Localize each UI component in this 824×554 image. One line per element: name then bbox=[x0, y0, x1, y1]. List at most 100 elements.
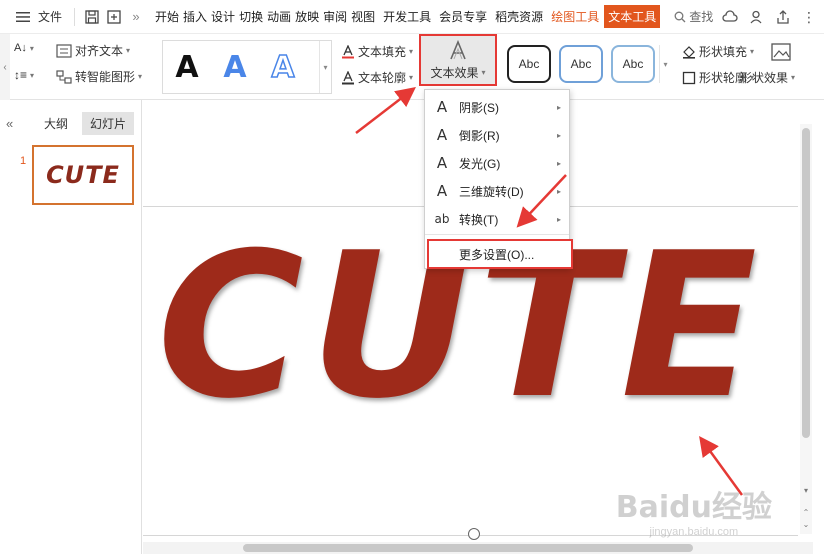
more-tabs-icon[interactable]: » bbox=[125, 6, 147, 28]
shape-effect-button[interactable] bbox=[770, 42, 804, 64]
hamburger-icon bbox=[12, 6, 34, 28]
wordart-style-blue[interactable]: A bbox=[211, 50, 259, 85]
submenu-arrow-icon: ▸ bbox=[556, 130, 561, 140]
tab-animation[interactable]: 动画 bbox=[265, 8, 293, 25]
slide-thumbnail[interactable]: CUTE bbox=[32, 145, 134, 205]
tab-drawing-tools[interactable]: 绘图工具 bbox=[549, 8, 601, 25]
vertical-scrollbar[interactable]: ▾ ⌃ ⌄ bbox=[800, 124, 812, 534]
text-fill-icon bbox=[342, 44, 354, 58]
shape-fill-label: 形状填充 bbox=[699, 45, 748, 59]
transform-icon: ab bbox=[434, 212, 450, 226]
smartart-icon bbox=[56, 69, 72, 84]
shape-style-lightblue[interactable]: Abc bbox=[611, 45, 655, 83]
more-options-icon[interactable]: ⋮ bbox=[802, 9, 816, 26]
shape-fill-icon bbox=[683, 45, 695, 59]
tab-home[interactable]: 开始 bbox=[153, 8, 181, 25]
3d-rotation-icon: A bbox=[436, 182, 448, 200]
tab-member[interactable]: 会员专享 bbox=[437, 8, 489, 25]
export-share-icon[interactable] bbox=[776, 10, 790, 24]
thumbnail-text: CUTE bbox=[46, 161, 120, 189]
menu-divider bbox=[425, 234, 569, 235]
tab-insert[interactable]: 插入 bbox=[181, 8, 209, 25]
slide-panel: « 大纲 幻灯片 1 CUTE bbox=[0, 100, 142, 554]
slide-number: 1 bbox=[20, 155, 27, 167]
shape-style-black[interactable]: Abc bbox=[507, 45, 551, 83]
search-icon bbox=[674, 11, 686, 22]
file-menu[interactable]: 文件 bbox=[0, 6, 68, 28]
save-icon[interactable] bbox=[81, 6, 103, 28]
horizontal-scroll-thumb[interactable] bbox=[243, 544, 693, 552]
font-size-icon: A↓ bbox=[14, 42, 27, 54]
menu-item-transform[interactable]: ab 转换(T) ▸ bbox=[425, 205, 569, 233]
tab-slideshow[interactable]: 放映 bbox=[293, 8, 321, 25]
share-user-icon[interactable] bbox=[750, 10, 764, 24]
text-outline-button[interactable]: 文本轮廓 ▾ bbox=[341, 69, 413, 86]
scroll-down-icon[interactable]: ▾ bbox=[800, 486, 812, 495]
search-box[interactable]: 查找 bbox=[674, 8, 713, 25]
separator bbox=[74, 7, 76, 26]
menu-item-glow-label: 发光(G) bbox=[459, 156, 501, 171]
file-menu-label: 文件 bbox=[38, 10, 63, 24]
collapse-panel-icon[interactable]: « bbox=[6, 116, 24, 131]
baidu-watermark: Baidu经验 jingyan.baidu.com bbox=[616, 482, 772, 538]
menu-item-more-settings[interactable]: 更多设置(O)... bbox=[427, 239, 573, 269]
text-effect-label: 文本效果 bbox=[430, 65, 479, 80]
glow-icon: A bbox=[436, 154, 448, 172]
menu-item-3d-rotation[interactable]: A 三维旋转(D) ▸ bbox=[425, 177, 569, 205]
tab-view[interactable]: 视图 bbox=[349, 8, 377, 25]
menu-item-reflection[interactable]: A 倒影(R) ▸ bbox=[425, 121, 569, 149]
menu-item-transform-label: 转换(T) bbox=[459, 212, 499, 227]
wordart-style-black[interactable]: A bbox=[163, 50, 211, 85]
submenu-arrow-icon: ▸ bbox=[556, 102, 561, 112]
line-spacing-icon: ↕≡ bbox=[14, 68, 28, 82]
reflection-icon: A bbox=[436, 126, 448, 144]
align-text-button[interactable]: 对齐文本 ▾ bbox=[56, 42, 130, 59]
tab-docer[interactable]: 稻壳资源 bbox=[493, 8, 545, 25]
font-size-control[interactable]: A↓ ▾ bbox=[14, 42, 34, 54]
tab-developer[interactable]: 开发工具 bbox=[381, 8, 433, 25]
shape-style-expand-icon[interactable]: ▾ bbox=[659, 45, 671, 83]
submenu-arrow-icon: ▸ bbox=[556, 214, 561, 224]
ribbon: ‹ A↓ ▾ ↕≡ ▾ 对齐文本 ▾ 转智能图形 ▾ A A A ▾ 文本填充 ▾ 文本轮… bbox=[0, 34, 824, 100]
convert-smartart-label: 转智能图形 bbox=[75, 70, 136, 84]
scroll-page-down-icon[interactable]: ⌄ bbox=[800, 520, 812, 529]
shape-effect-label-wrap[interactable]: 形状效果 ▾ bbox=[740, 69, 795, 86]
menu-item-shadow[interactable]: A 阴影(S) ▸ bbox=[425, 93, 569, 121]
shape-fill-button[interactable]: 形状填充 ▾ bbox=[682, 43, 754, 60]
shadow-icon: A bbox=[436, 98, 448, 116]
menu-item-glow[interactable]: A 发光(G) ▸ bbox=[425, 149, 569, 177]
text-fill-button[interactable]: 文本填充 ▾ bbox=[341, 43, 413, 60]
text-outline-icon bbox=[342, 70, 354, 84]
text-effect-dropdown: A 阴影(S) ▸ A 倒影(R) ▸ A 发光(G) ▸ A 三维旋转(D) … bbox=[424, 89, 573, 269]
text-effect-icon bbox=[450, 39, 466, 59]
horizontal-scrollbar[interactable] bbox=[143, 542, 813, 554]
wordart-gallery-expand-icon[interactable]: ▾ bbox=[319, 41, 331, 93]
shape-effect-icon bbox=[771, 43, 791, 61]
wordart-style-outline[interactable]: A bbox=[259, 49, 307, 86]
align-text-icon bbox=[56, 43, 72, 58]
tab-design[interactable]: 设计 bbox=[209, 8, 237, 25]
align-text-label: 对齐文本 bbox=[75, 44, 124, 58]
rotate-handle[interactable] bbox=[468, 528, 480, 540]
menu-item-reflection-label: 倒影(R) bbox=[459, 128, 500, 143]
submenu-arrow-icon: ▸ bbox=[556, 158, 561, 168]
convert-smartart-button[interactable]: 转智能图形 ▾ bbox=[56, 68, 142, 85]
text-effect-button[interactable]: 文本效果 ▾ bbox=[419, 34, 497, 86]
export-icon[interactable] bbox=[103, 6, 125, 28]
tab-text-tools[interactable]: 文本工具 bbox=[604, 5, 661, 28]
tab-transition[interactable]: 切换 bbox=[237, 8, 265, 25]
scroll-page-up-icon[interactable]: ⌃ bbox=[800, 508, 812, 517]
tab-outline[interactable]: 大纲 bbox=[44, 115, 68, 132]
line-spacing-control[interactable]: ↕≡ ▾ bbox=[14, 68, 34, 82]
tab-review[interactable]: 审阅 bbox=[321, 8, 349, 25]
ribbon-scroll-left-icon[interactable]: ‹ bbox=[0, 34, 10, 100]
vertical-scroll-thumb[interactable] bbox=[802, 128, 810, 438]
shape-style-blue[interactable]: Abc bbox=[559, 45, 603, 83]
watermark-url: jingyan.baidu.com bbox=[649, 526, 739, 538]
tab-slides[interactable]: 幻灯片 bbox=[82, 111, 135, 135]
submenu-arrow-icon: ▸ bbox=[556, 186, 561, 196]
cloud-sync-icon[interactable] bbox=[722, 10, 738, 24]
search-label: 查找 bbox=[689, 10, 714, 24]
ribbon-tabs: 开始 插入 设计 切换 动画 放映 审阅 视图 开发工具 会员专享 稻壳资源 绘… bbox=[153, 5, 661, 28]
wordart-gallery: A A A ▾ bbox=[162, 40, 332, 94]
